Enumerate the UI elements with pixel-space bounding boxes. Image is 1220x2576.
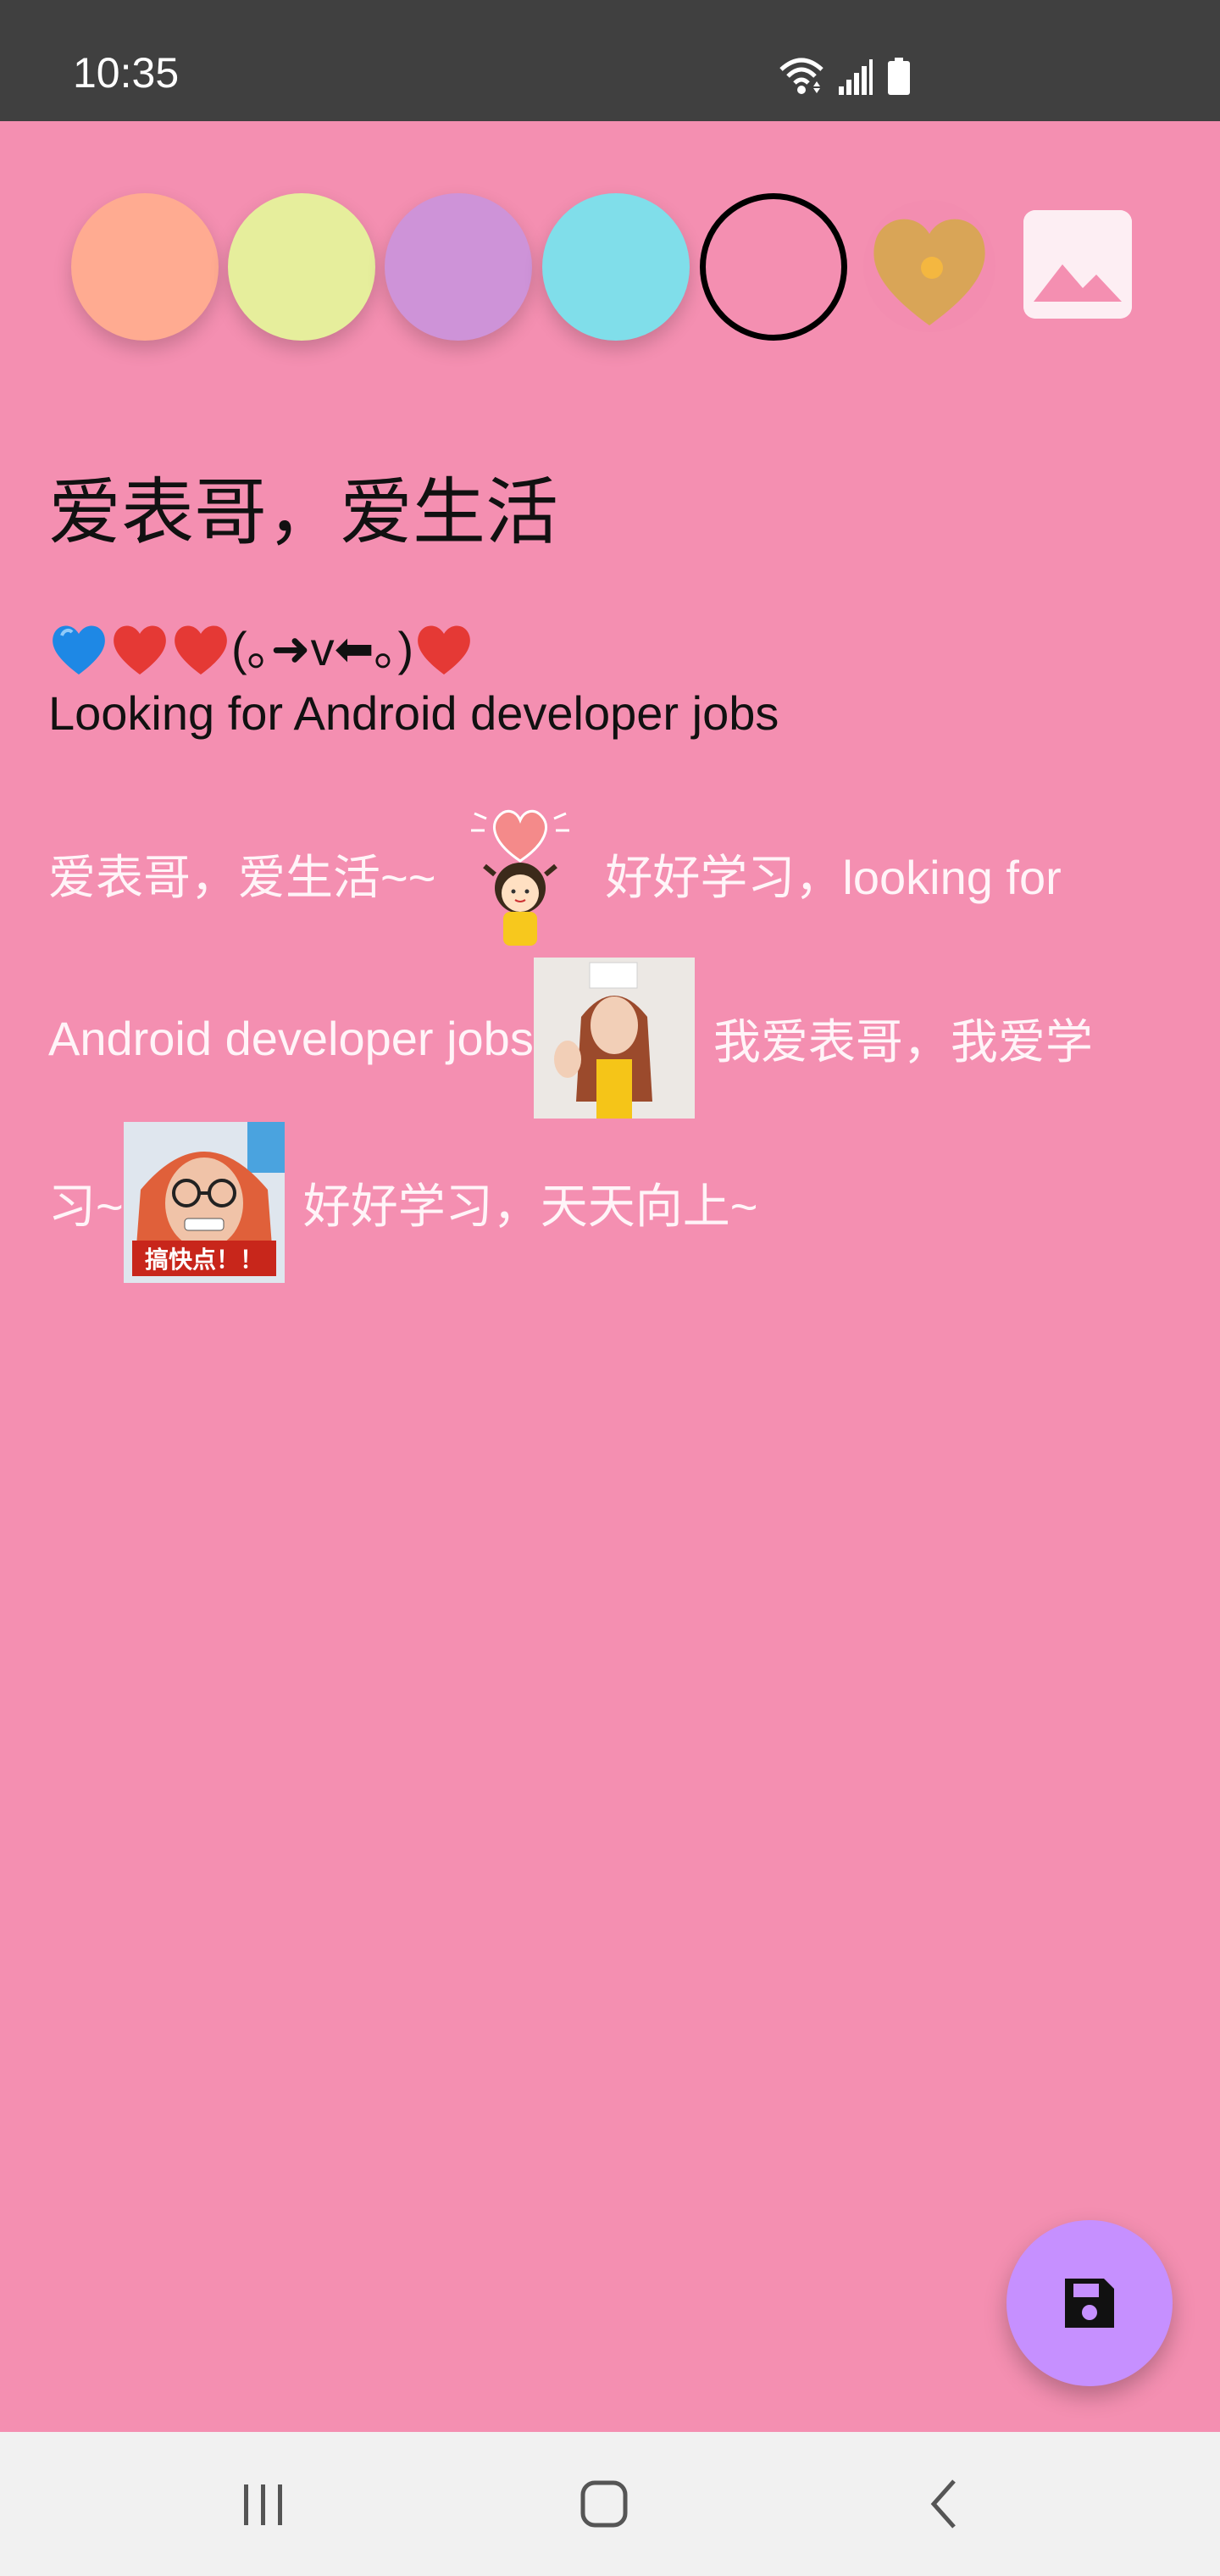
- svg-text:搞快点！！: 搞快点！！: [145, 1246, 263, 1274]
- color-swatch-lavender[interactable]: [385, 193, 532, 341]
- kaomoji-text: (｡➜v⬅｡): [231, 622, 414, 675]
- recent-apps-icon[interactable]: [225, 2466, 302, 2542]
- photo-sticker-glasses: 搞快点！！: [123, 1122, 285, 1283]
- note-editor-screen: 10:35 爱表哥，爱生活 (｡➜v⬅｡) Looking for Androi…: [0, 0, 1220, 2576]
- color-swatch-cyan[interactable]: [542, 193, 690, 341]
- save-icon: [1065, 2279, 1114, 2328]
- status-time: 10:35: [73, 49, 180, 97]
- image-icon[interactable]: [1023, 210, 1132, 319]
- rich-text-line-1[interactable]: 爱表哥，爱生活~~ 好好学习，looking for: [48, 793, 1062, 954]
- cartoon-girl-heart-sticker: [471, 809, 570, 946]
- heart-icon[interactable]: [857, 198, 1001, 334]
- color-swatch-lime[interactable]: [228, 193, 375, 341]
- signal-icon: [839, 59, 873, 95]
- save-button[interactable]: [1006, 2220, 1173, 2386]
- battery-icon: [888, 58, 910, 95]
- note-plain-text[interactable]: (｡➜v⬅｡) Looking for Android developer jo…: [48, 617, 779, 746]
- rich-text-segment: Android developer jobs: [48, 1011, 534, 1065]
- status-icons: [779, 51, 910, 95]
- color-swatch-pink-selected[interactable]: [700, 193, 847, 341]
- red-heart-icon: [418, 625, 470, 675]
- note-line-2: Looking for Android developer jobs: [48, 686, 779, 740]
- rich-text-segment: 我爱表哥，我爱学: [713, 1014, 1093, 1069]
- status-bar: 10:35: [0, 0, 1220, 121]
- navigation-bar: [0, 2432, 1220, 2576]
- photo-sticker-long-hair: [533, 958, 695, 1119]
- rich-text-line-3[interactable]: 习~ 搞快点！！ 好好学习，天天向上~: [48, 1122, 757, 1283]
- back-icon[interactable]: [907, 2466, 983, 2542]
- red-heart-icon: [175, 625, 227, 675]
- rich-text-segment: 爱表哥，爱生活~~: [48, 850, 436, 904]
- color-swatch-peach[interactable]: [71, 193, 219, 341]
- home-icon[interactable]: [566, 2466, 642, 2542]
- red-heart-icon: [114, 625, 166, 675]
- emoji-line: (｡➜v⬅｡): [48, 617, 779, 681]
- rich-text-segment: 习~: [48, 1179, 124, 1233]
- blue-heart-icon: [53, 625, 105, 675]
- rich-text-line-2[interactable]: Android developer jobs 我爱表哥，我爱学: [48, 958, 1093, 1119]
- wifi-icon: [779, 58, 824, 94]
- rich-text-segment: 好好学习，天天向上~: [302, 1179, 758, 1233]
- rich-text-segment: 好好学习，looking for: [605, 850, 1062, 904]
- note-title[interactable]: 爱表哥，爱生活: [48, 466, 558, 559]
